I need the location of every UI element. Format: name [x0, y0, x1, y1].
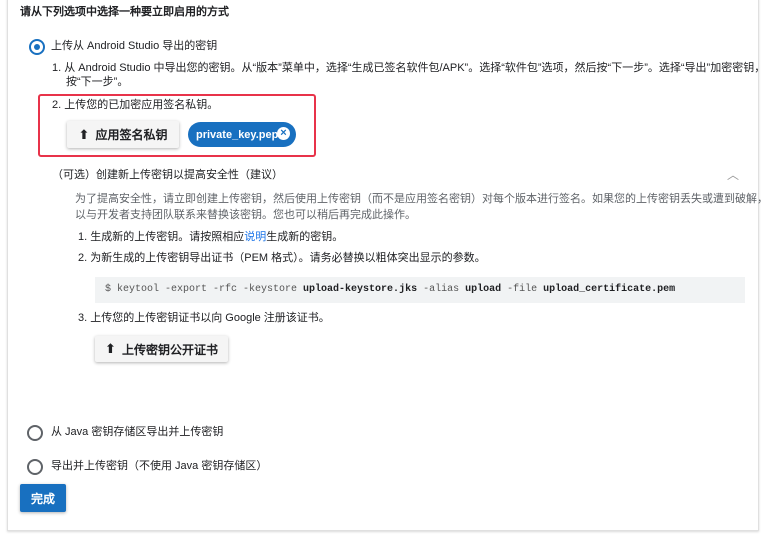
code-param: upload-keystore.jks [303, 284, 418, 295]
optional-step-3: 3. 上传您的上传密钥证书以向 Google 注册该证书。 [78, 312, 330, 324]
chevron-up-icon[interactable]: ︿ [727, 166, 739, 183]
remove-file-icon[interactable]: × [277, 127, 290, 140]
radio-android-studio[interactable] [29, 39, 45, 55]
upload-icon: ⬆ [78, 126, 90, 142]
upload-certificate-button[interactable]: ⬆ 上传密钥公开证书 [95, 336, 228, 362]
option-java-keystore-label: 从 Java 密钥存储区导出并上传密钥 [51, 426, 224, 438]
file-name: private_key.pepk [196, 128, 285, 141]
step-text: 1. 生成新的上传密钥。请按照相应 [78, 231, 245, 243]
step-1-line-1: 1. 从 Android Studio 中导出您的密钥。从“版本”菜单中，选择“… [52, 62, 765, 74]
code-param: upload_certificate.pem [543, 284, 676, 295]
optional-step-1: 1. 生成新的上传密钥。请按照相应说明生成新的密钥。 [78, 229, 343, 245]
code-text: -file [501, 284, 544, 295]
optional-para-line-2: 以与开发者支持团队联系来替换该密钥。您也可以稍后再完成此操作。 [75, 209, 416, 221]
code-param: upload [465, 284, 502, 295]
file-chip: private_key.pepk × [188, 122, 296, 147]
step-1-line-2: 按“下一步”。 [66, 76, 129, 88]
optional-para-line-1: 为了提高安全性，请立即创建上传密钥，然后使用上传密钥（而不是应用签名密钥）对每个… [75, 193, 765, 205]
code-text: -alias [417, 284, 466, 295]
radio-no-keystore[interactable] [27, 459, 43, 475]
step-text: 生成新的密钥。 [266, 231, 344, 243]
upload-certificate-label: 上传密钥公开证书 [121, 342, 218, 357]
done-button[interactable]: 完成 [20, 484, 66, 512]
keytool-command: $ keytool -export -rfc -keystore upload-… [95, 277, 745, 303]
upload-app-signing-key-button[interactable]: ⬆ 应用签名私钥 [67, 121, 179, 148]
upload-icon: ⬆ [105, 341, 116, 356]
option-no-keystore-label: 导出并上传密钥（不使用 Java 密钥存储区） [51, 460, 268, 472]
option-android-studio-label: 上传从 Android Studio 导出的密钥 [51, 40, 218, 52]
section-heading: 请从下列选项中选择一种要立即启用的方式 [20, 6, 229, 18]
optional-step-2: 2. 为新生成的上传密钥导出证书（PEM 格式）。请务必替换以粗体突出显示的参数… [78, 252, 486, 264]
optional-section-title: （可选）创建新上传密钥以提高安全性（建议） [52, 169, 283, 181]
code-text: $ keytool -export -rfc -keystore [105, 284, 304, 295]
radio-java-keystore[interactable] [27, 425, 43, 441]
upload-button-label: 应用签名私钥 [95, 128, 168, 142]
instructions-link[interactable]: 说明 [244, 231, 266, 243]
step-2: 2. 上传您的已加密应用签名私钥。 [52, 99, 219, 111]
